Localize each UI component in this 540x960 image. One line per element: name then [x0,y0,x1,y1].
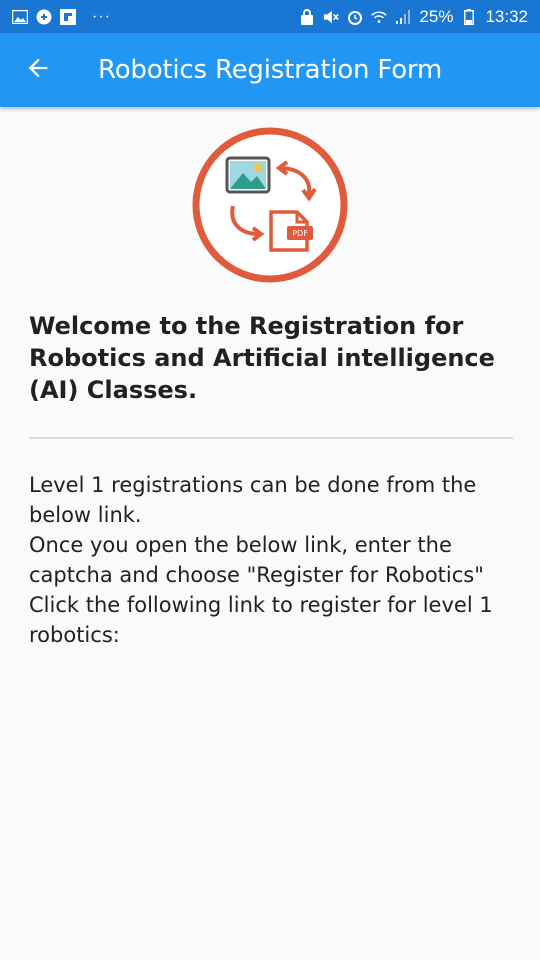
welcome-heading: Welcome to the Registration for Robotics… [29,312,495,404]
registration-instructions: Level 1 registrations can be done from t… [29,473,493,647]
app-bar: Robotics Registration Form [0,33,540,107]
clock: 13:32 [485,6,528,26]
mute-icon [323,9,340,25]
image-to-pdf-icon: PDF [191,126,349,284]
signal-icon [395,9,411,25]
wifi-icon [371,9,388,25]
battery-percent: 25% [419,6,454,26]
more-notifications: ··· [92,7,111,25]
status-bar-left: ··· [12,8,111,26]
back-button[interactable] [8,33,68,107]
flipboard-icon [60,8,76,25]
arrow-back-icon [24,54,52,87]
app-icon [36,9,52,25]
page-title: Robotics Registration Form [98,55,443,85]
gallery-icon [12,9,28,25]
status-bar: ··· 25% 13:32 [0,0,540,33]
divider [29,437,513,439]
pdf-label: PDF [292,229,308,238]
status-bar-right: 25% 13:32 [299,7,528,27]
battery-icon [461,8,477,25]
alarm-icon [347,9,363,25]
alarm-lock-icon [299,8,315,25]
